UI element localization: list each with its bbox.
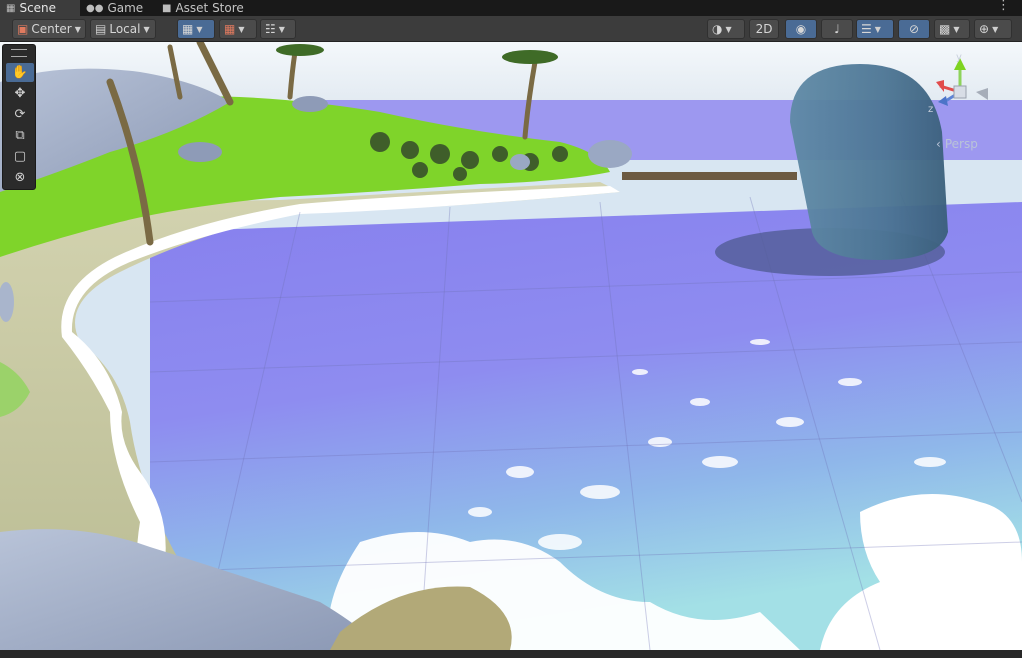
- scale-icon: ⧉: [15, 128, 25, 143]
- tab-scene-label: Scene: [19, 0, 57, 15]
- rect-icon: ▢: [13, 149, 27, 164]
- pivot-rotation-dropdown[interactable]: ▤ Local ▼: [90, 19, 156, 39]
- lighting-toggle[interactable]: ◉: [785, 19, 817, 39]
- bottom-edge: [0, 650, 1022, 658]
- z-axis-label: z: [928, 104, 933, 115]
- tab-game-label: Game: [107, 0, 144, 15]
- projection-label: Persp: [944, 137, 978, 151]
- effects-dropdown[interactable]: ☰ ▼: [856, 19, 894, 39]
- pivot-mode-label: Center: [31, 22, 72, 36]
- move-tool-button[interactable]: ✥: [6, 84, 34, 103]
- chevron-down-icon: ▼: [278, 24, 285, 34]
- camera-icon: ▩: [939, 22, 951, 36]
- scene-toolbar: ▣ Center ▼ ▤ Local ▼ ▦ ▼ ▦ ▼ ☷ ▼ ◑ ▼ 2D …: [0, 16, 1022, 42]
- 2d-toggle-button[interactable]: 2D: [749, 19, 779, 39]
- chevron-down-icon: ▼: [196, 24, 203, 34]
- ruler-toggle[interactable]: ☷ ▼: [260, 19, 296, 39]
- tool-palette: ✋ ✥ ⟳ ⧉ ▢ ⊗: [2, 44, 36, 190]
- tab-game[interactable]: ●● Game: [80, 0, 156, 16]
- rect-tool-button[interactable]: ▢: [6, 147, 34, 166]
- globe-icon: ⊕: [979, 22, 990, 36]
- tab-asset-store[interactable]: ■ Asset Store: [156, 0, 252, 16]
- pivot-center-icon: ▣: [17, 22, 29, 36]
- chevron-down-icon: ▼: [874, 24, 881, 34]
- shopping-bag-icon: ■: [162, 2, 172, 14]
- chevron-down-icon: ▼: [953, 24, 960, 34]
- camera-dropdown[interactable]: ▩ ▼: [934, 19, 970, 39]
- gamepad-icon: ●●: [86, 2, 104, 14]
- grid-snapping-toggle[interactable]: ▦ ▼: [177, 19, 215, 39]
- hand-icon: ✋: [11, 65, 29, 80]
- chevron-down-icon: ▼: [725, 24, 732, 34]
- lightbulb-icon: ◉: [795, 22, 807, 36]
- draw-mode-dropdown[interactable]: ◑ ▼: [707, 19, 745, 39]
- more-options-icon[interactable]: ⋮: [997, 0, 1010, 13]
- transform-tool-button[interactable]: ⊗: [6, 168, 34, 187]
- chevron-down-icon: ▼: [238, 24, 245, 34]
- chevron-down-icon: ▼: [992, 24, 999, 34]
- scene-viewport[interactable]: [0, 42, 1022, 650]
- layers-icon: ☰: [861, 22, 872, 36]
- transform-icon: ⊗: [14, 170, 26, 185]
- local-cube-icon: ▤: [95, 22, 107, 36]
- tab-asset-store-label: Asset Store: [175, 0, 244, 15]
- window-tab-bar: ▦ Scene ●● Game ■ Asset Store ⋮: [0, 0, 1022, 16]
- tab-scene[interactable]: ▦ Scene: [0, 0, 80, 16]
- scene-render: [0, 42, 1022, 650]
- 2d-label: 2D: [755, 22, 773, 36]
- projection-toggle[interactable]: ‹ Persp: [936, 137, 978, 151]
- audio-toggle[interactable]: ♩: [821, 19, 853, 39]
- scene-grid-icon: ▦: [6, 2, 16, 14]
- chevron-left-icon: ‹: [936, 137, 941, 151]
- speaker-muted-icon: ♩: [834, 22, 840, 36]
- scale-tool-button[interactable]: ⧉: [6, 126, 34, 145]
- shaded-sphere-icon: ◑: [712, 22, 723, 36]
- ruler-icon: ☷: [265, 22, 276, 36]
- y-axis-label: y: [956, 52, 962, 63]
- chevron-down-icon: ▼: [143, 24, 150, 34]
- scene-visibility-toggle[interactable]: ⊘: [898, 19, 930, 39]
- eye-hidden-icon: ⊘: [908, 22, 920, 36]
- rotate-tool-button[interactable]: ⟳: [6, 105, 34, 124]
- rotate-icon: ⟳: [14, 107, 26, 122]
- pivot-rotation-label: Local: [109, 22, 141, 36]
- gizmos-dropdown[interactable]: ⊕ ▼: [974, 19, 1012, 39]
- grid-snap-icon: ▦: [182, 22, 194, 36]
- incremental-snapping-toggle[interactable]: ▦ ▼: [219, 19, 257, 39]
- move-arrows-icon: ✥: [14, 86, 26, 101]
- chevron-down-icon: ▼: [74, 24, 81, 34]
- orientation-gizmo[interactable]: y z: [924, 52, 994, 116]
- pivot-mode-dropdown[interactable]: ▣ Center ▼: [12, 19, 86, 39]
- view-tool-button[interactable]: ✋: [6, 63, 34, 82]
- drag-handle-icon[interactable]: [11, 49, 27, 57]
- snap-increment-icon: ▦: [224, 22, 236, 36]
